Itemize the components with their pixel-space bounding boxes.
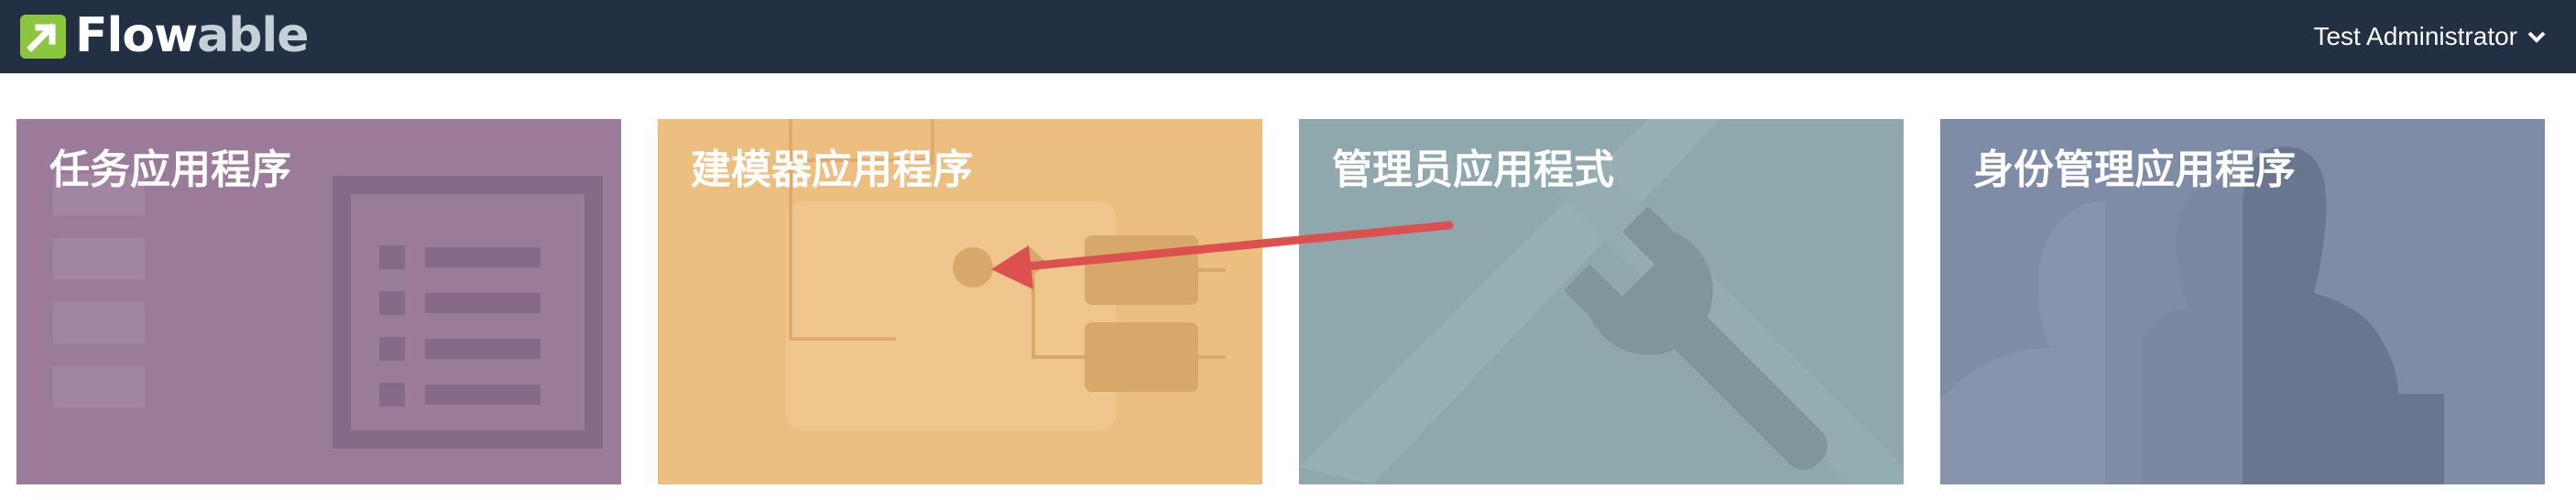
tile-title: 身份管理应用程序: [1973, 147, 2296, 193]
brand-text-able: able: [197, 8, 309, 63]
brand-text-flow: Flow: [75, 8, 198, 63]
tile-task-app[interactable]: 任务应用程序: [16, 119, 621, 484]
user-menu[interactable]: Test Administrator: [2313, 0, 2547, 73]
user-name: Test Administrator: [2313, 22, 2517, 50]
top-navbar: Flowable Test Administrator: [0, 0, 2576, 73]
tile-modeler-app[interactable]: 建模器应用程序: [658, 119, 1262, 484]
tile-title: 任务应用程序: [49, 147, 291, 193]
tile-title: 建模器应用程序: [691, 147, 973, 193]
tile-admin-app[interactable]: 管理员应用程式: [1299, 119, 1904, 484]
tile-title: 管理员应用程式: [1332, 147, 1614, 193]
tile-identity-app[interactable]: 身份管理应用程序: [1940, 119, 2545, 484]
flowable-logo-icon: [20, 15, 66, 59]
brand-wordmark[interactable]: Flowable: [75, 7, 310, 64]
chevron-down-icon: [2527, 31, 2546, 43]
